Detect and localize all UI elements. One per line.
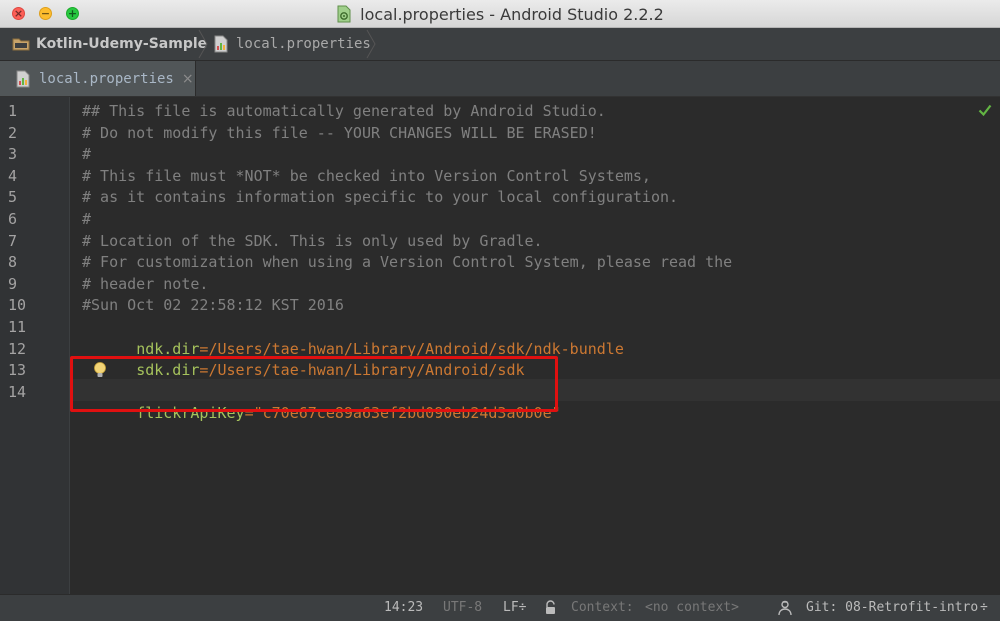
code-line[interactable]: # For customization when using a Version… [82, 252, 732, 274]
properties-file-icon [337, 5, 351, 23]
line-separator[interactable]: LF÷ [503, 600, 526, 615]
user-icon[interactable] [776, 599, 794, 617]
title-bar: × − + local.properties - Android Studio … [0, 0, 1000, 28]
git-branch-chevron-icon[interactable]: ÷ [980, 600, 988, 615]
breadcrumb-file-label: local.properties [236, 36, 371, 52]
line-number: 6 [8, 210, 18, 228]
code-line[interactable]: # [82, 144, 91, 166]
file-encoding[interactable]: UTF-8 [443, 600, 482, 615]
line-number: 1 [8, 102, 18, 120]
tab-label: local.properties [39, 70, 174, 87]
git-branch[interactable]: Git: 08-Retrofit-intro [806, 600, 978, 615]
line-number-gutter: 1 2 3 4 5 6 7 8 9 10 11 12 13 14 [0, 97, 70, 594]
status-bar: 14:23 UTF-8 LF÷ Context: <no context> Gi… [0, 594, 1000, 621]
line-number: 11 [8, 318, 27, 336]
line-number: 9 [8, 274, 18, 293]
navigation-bar: Kotlin-Udemy-Sample local.properties [0, 28, 1000, 61]
line-number: 13 [8, 361, 27, 380]
window-title: local.properties - Android Studio 2.2.2 [360, 4, 664, 24]
line-number: 14 [8, 382, 27, 401]
code-area[interactable]: ## This file is automatically generated … [70, 97, 1000, 594]
line-number: 5 [8, 188, 18, 207]
code-line[interactable]: # This file must *NOT* be checked into V… [82, 166, 651, 188]
code-line[interactable]: # as it contains information specific to… [82, 187, 678, 209]
checkmark-icon [978, 104, 992, 117]
line-number: 8 [8, 253, 18, 272]
breadcrumb-project-label: Kotlin-Udemy-Sample [36, 36, 208, 52]
lock-icon[interactable] [544, 600, 557, 615]
code-line[interactable]: ## This file is automatically generated … [82, 101, 606, 123]
tab-close-icon[interactable]: × [182, 71, 194, 87]
editor-tab-bar: local.properties × [0, 61, 1000, 97]
line-number: 7 [8, 231, 18, 250]
annotation-highlight-box [70, 356, 558, 412]
breadcrumb-separator-icon [198, 29, 208, 59]
code-editor[interactable]: 1 2 3 4 5 6 7 8 9 10 11 12 13 14 ## This… [0, 97, 1000, 594]
line-number: 12 [8, 339, 27, 358]
breadcrumb-separator-icon [366, 29, 376, 59]
code-line[interactable]: # Do not modify this file -- YOUR CHANGE… [82, 123, 597, 145]
code-line[interactable]: # [82, 209, 91, 231]
code-line[interactable]: #Sun Oct 02 22:58:12 KST 2016 [82, 295, 344, 317]
line-number: 10 [8, 296, 27, 315]
line-number: 4 [8, 166, 18, 185]
cursor-position[interactable]: 14:23 [384, 600, 423, 615]
properties-file-icon [16, 70, 30, 87]
code-line[interactable]: # header note. [82, 274, 208, 296]
line-number: 3 [8, 145, 18, 164]
properties-file-icon [214, 35, 228, 53]
line-number: 2 [8, 123, 18, 142]
window-title-wrap: local.properties - Android Studio 2.2.2 [0, 0, 1000, 28]
tab-local-properties[interactable]: local.properties × [0, 61, 196, 96]
code-line[interactable]: ndk.dir=/Users/tae-hwan/Library/Android/… [82, 317, 624, 358]
context-label: Context: [571, 600, 634, 615]
breadcrumb-project[interactable]: Kotlin-Udemy-Sample [12, 28, 207, 60]
folder-icon [12, 38, 30, 51]
breadcrumb-file[interactable]: local.properties [212, 28, 371, 60]
code-line[interactable]: # Location of the SDK. This is only used… [82, 231, 543, 253]
context-value[interactable]: <no context> [645, 600, 739, 615]
